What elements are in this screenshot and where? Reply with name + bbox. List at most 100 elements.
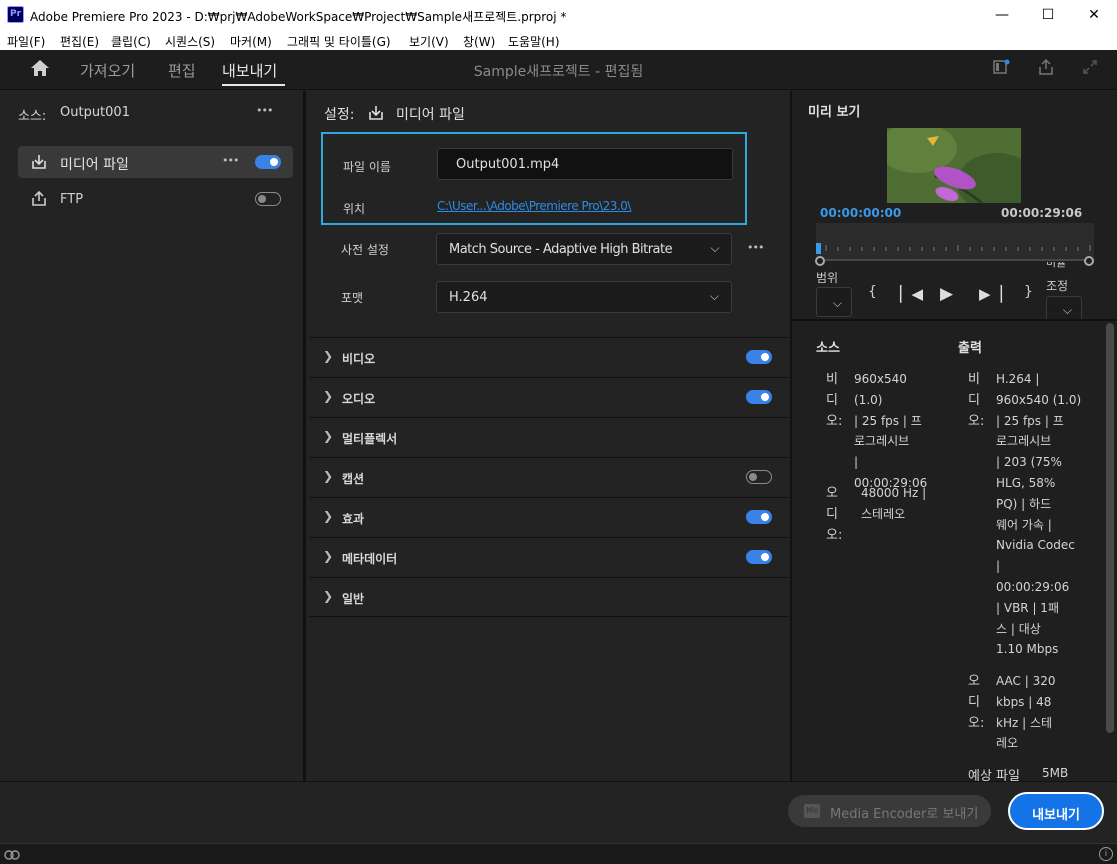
maximize-button[interactable]: ☐ xyxy=(1025,0,1071,30)
info-line: 스테레오 xyxy=(861,506,906,521)
share-icon[interactable] xyxy=(1034,58,1058,82)
settings-panel: 설정: 미디어 파일 파일 이름 Output001.mp4 위치 C:\Use… xyxy=(309,91,789,781)
file-size-value: 5MB xyxy=(1042,766,1069,780)
preset-value: Match Source - Adaptive High Bitrate xyxy=(449,242,673,257)
file-size-label: 예상 파일 xyxy=(968,769,1020,781)
chevron-down-icon: ⌵ xyxy=(1062,303,1072,317)
chevron-right-icon: ❯ xyxy=(323,469,334,483)
window-title-bar: Pr Adobe Premiere Pro 2023 - D:₩prj₩Adob… xyxy=(0,0,1117,30)
info-icon[interactable]: i xyxy=(1099,847,1113,861)
section-metadata[interactable]: ❯ 메타데이터 xyxy=(309,537,789,577)
playhead[interactable] xyxy=(816,243,821,254)
info-line: 960x540 (1.0) xyxy=(854,372,907,407)
destination-media-file[interactable]: 미디어 파일 ••• xyxy=(18,146,293,178)
step-forward-icon[interactable]: ▶▕ xyxy=(979,285,1002,303)
creative-cloud-icon[interactable] xyxy=(4,847,20,861)
footer-bar: Me Media Encoder로 보내기 내보내기 xyxy=(0,781,1117,843)
preset-dropdown[interactable]: Match Source - Adaptive High Bitrate ⌵ xyxy=(436,233,732,265)
section-video[interactable]: ❯ 비디오 xyxy=(309,337,789,377)
close-button[interactable]: ✕ xyxy=(1071,0,1117,30)
chevron-right-icon: ❯ xyxy=(323,389,334,403)
output-video-info: H.264 | 960x540 (1.0) | 25 fps | 프 로그레시브… xyxy=(996,369,1092,660)
destination-label: FTP xyxy=(60,192,84,207)
info-line: | VBR | 1패 xyxy=(996,600,1059,615)
status-bar: i xyxy=(0,843,1117,864)
project-title: Sample새프로젝트 - 편집됨 xyxy=(473,64,644,80)
menu-bar: 파일(F) 편집(E) 클립(C) 시퀀스(S) 마커(M) 그래픽 및 타이틀… xyxy=(0,30,1117,50)
timeline-ruler[interactable] xyxy=(816,223,1094,261)
settings-heading: 설정: xyxy=(324,107,355,123)
video-toggle[interactable] xyxy=(746,350,772,364)
effects-toggle[interactable] xyxy=(746,510,772,524)
step-back-icon[interactable]: ▏◀ xyxy=(900,285,923,303)
export-summary: 소스 출력 비디오: 960x540 (1.0) | 25 fps | 프 로그… xyxy=(792,321,1117,781)
fullscreen-icon[interactable] xyxy=(1078,58,1102,82)
range-dropdown[interactable]: ⌵ xyxy=(816,287,852,317)
menu-window[interactable]: 창(W) xyxy=(463,33,495,50)
file-name-input[interactable]: Output001.mp4 xyxy=(437,148,733,180)
ftp-toggle[interactable] xyxy=(255,192,281,206)
menu-edit[interactable]: 편집(E) xyxy=(60,33,99,50)
section-captions[interactable]: ❯ 캡션 xyxy=(309,457,789,497)
info-line: AAC | 320 xyxy=(996,674,1056,688)
range-out-handle[interactable] xyxy=(1084,256,1094,266)
captions-toggle[interactable] xyxy=(746,470,772,484)
time-end: 00:00:29:06 xyxy=(1001,206,1083,220)
info-line: HLG, 58% xyxy=(996,475,1056,490)
destination-more-button[interactable]: ••• xyxy=(222,154,239,167)
metadata-toggle[interactable] xyxy=(746,550,772,564)
info-line: | xyxy=(996,559,1001,574)
format-label: 포맷 xyxy=(341,291,364,305)
info-line: 웨어 가속 | xyxy=(996,517,1052,532)
minimize-button[interactable]: — xyxy=(979,0,1025,30)
fit-dropdown[interactable]: ⌵ xyxy=(1046,296,1082,320)
format-dropdown[interactable]: H.264 ⌵ xyxy=(436,281,732,313)
info-line: 1.10 Mbps xyxy=(996,642,1059,657)
section-label: 일반 xyxy=(342,592,365,606)
source-audio-label: 오디오: xyxy=(826,486,843,543)
info-line: 스 | 대상 xyxy=(996,621,1041,636)
media-file-toggle[interactable] xyxy=(255,155,281,169)
destination-ftp[interactable]: FTP xyxy=(18,183,293,215)
export-button-label: 내보내기 xyxy=(1032,808,1080,823)
location-link[interactable]: C:\User...\Adobe\Premiere Pro\23.0\ xyxy=(437,199,631,213)
range-in-handle[interactable] xyxy=(815,256,825,266)
info-line: | 25 fps | 프 xyxy=(996,413,1064,428)
menu-view[interactable]: 보기(V) xyxy=(409,33,449,50)
menu-sequence[interactable]: 시퀀스(S) xyxy=(165,33,215,50)
menu-clip[interactable]: 클립(C) xyxy=(111,33,151,50)
audio-toggle[interactable] xyxy=(746,390,772,404)
active-tab-underline xyxy=(222,84,285,86)
mark-out-button[interactable]: } xyxy=(1024,284,1033,300)
media-encoder-icon: Me xyxy=(804,804,820,818)
time-start[interactable]: 00:00:00:00 xyxy=(820,206,901,220)
preview-video-frame xyxy=(887,128,1021,203)
format-value: H.264 xyxy=(449,290,488,305)
range-label: 범위 xyxy=(816,271,839,285)
upload-icon xyxy=(32,190,46,206)
play-icon[interactable]: ▶ xyxy=(940,284,953,304)
mark-in-button[interactable]: { xyxy=(868,284,877,300)
menu-file[interactable]: 파일(F) xyxy=(7,33,45,50)
menu-graphics[interactable]: 그래픽 및 타이틀(G) xyxy=(287,33,391,50)
section-multiplexer[interactable]: ❯ 멀티플렉서 xyxy=(309,417,789,457)
preview-title: 미리 보기 xyxy=(808,105,861,120)
quick-export-icon[interactable] xyxy=(989,58,1013,82)
section-effects[interactable]: ❯ 효과 xyxy=(309,497,789,537)
menu-marker[interactable]: 마커(M) xyxy=(230,33,272,50)
summary-scrollbar[interactable] xyxy=(1106,323,1114,733)
info-line: 레오 xyxy=(996,736,1019,751)
send-to-media-encoder-button[interactable]: Me Media Encoder로 보내기 xyxy=(788,795,991,827)
section-label: 캡션 xyxy=(342,472,365,486)
chevron-down-icon: ⌵ xyxy=(832,296,842,310)
menu-help[interactable]: 도움말(H) xyxy=(508,33,560,50)
info-line: | 25 fps | 프 xyxy=(854,413,922,428)
preset-more-button[interactable]: ••• xyxy=(747,241,764,254)
section-audio[interactable]: ❯ 오디오 xyxy=(309,377,789,417)
section-general[interactable]: ❯ 일반 xyxy=(309,577,789,617)
chevron-down-icon: ⌵ xyxy=(710,241,719,255)
chevron-right-icon: ❯ xyxy=(323,509,334,523)
export-button[interactable]: 내보내기 xyxy=(1008,792,1104,830)
fit-label: 조정 xyxy=(1046,279,1069,293)
source-more-button[interactable]: ••• xyxy=(256,104,273,117)
